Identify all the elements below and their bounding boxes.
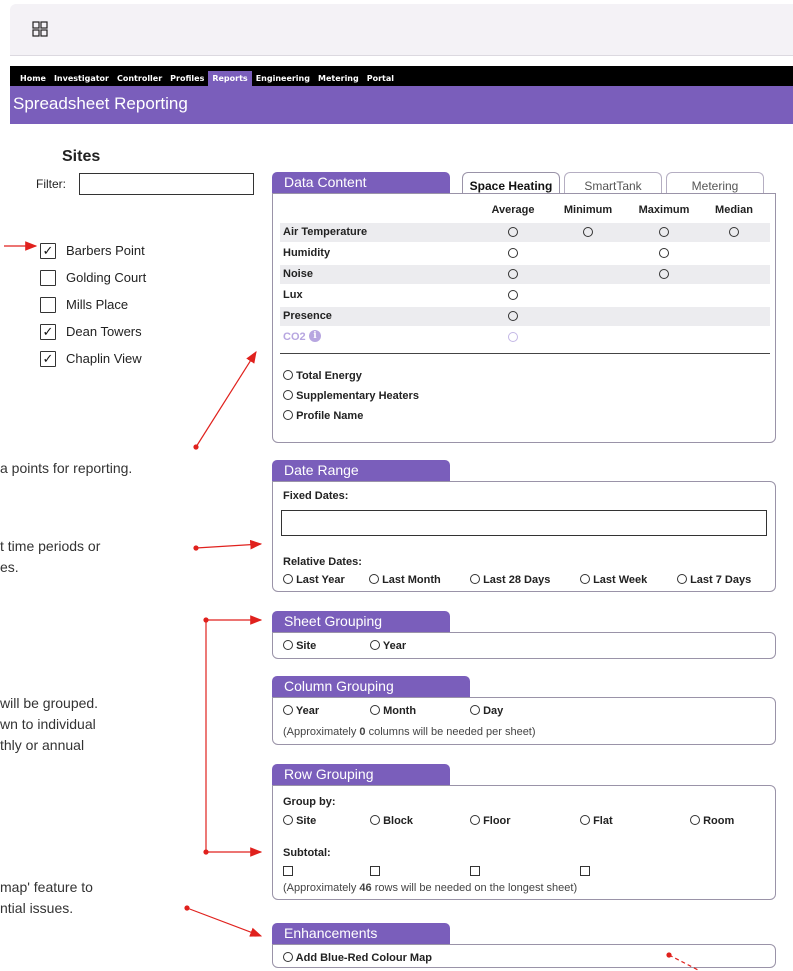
arrow-icon — [195, 350, 257, 448]
arrow-icon — [195, 539, 263, 550]
annotation-arrows — [4, 241, 701, 971]
arrow-icon — [186, 907, 263, 937]
dashed-line — [668, 954, 701, 971]
